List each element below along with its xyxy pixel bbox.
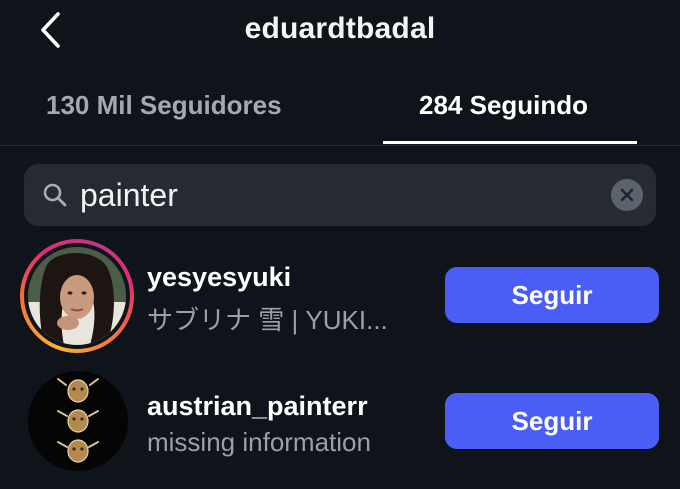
active-tab-indicator bbox=[383, 141, 637, 144]
avatar[interactable] bbox=[28, 371, 128, 471]
search-icon bbox=[43, 183, 67, 207]
list-item[interactable]: yesyesyuki サブリナ 雪 | YUKI... Seguir bbox=[0, 236, 680, 356]
list-item[interactable]: austrian_painterr missing information Se… bbox=[0, 365, 680, 485]
search-input[interactable] bbox=[80, 174, 580, 216]
avatar-story-ring[interactable] bbox=[20, 239, 134, 353]
follow-tabs: 130 Mil Seguidores 284 Seguindo bbox=[0, 62, 680, 146]
username[interactable]: austrian_painterr bbox=[147, 391, 368, 422]
tab-following[interactable]: 284 Seguindo bbox=[419, 90, 588, 121]
close-icon bbox=[620, 188, 634, 202]
tab-followers[interactable]: 130 Mil Seguidores bbox=[46, 90, 282, 121]
avatar bbox=[28, 247, 126, 345]
follow-button[interactable]: Seguir bbox=[445, 267, 659, 323]
full-name: missing information bbox=[147, 427, 371, 457]
header: eduardtbadal bbox=[0, 0, 680, 62]
search-bar bbox=[24, 164, 656, 226]
profile-username-title: eduardtbadal bbox=[244, 12, 436, 45]
full-name: サブリナ 雪 | YUKI... bbox=[147, 305, 388, 335]
follow-button[interactable]: Seguir bbox=[445, 393, 659, 449]
clear-search-button[interactable] bbox=[611, 179, 643, 211]
username[interactable]: yesyesyuki bbox=[147, 262, 291, 293]
